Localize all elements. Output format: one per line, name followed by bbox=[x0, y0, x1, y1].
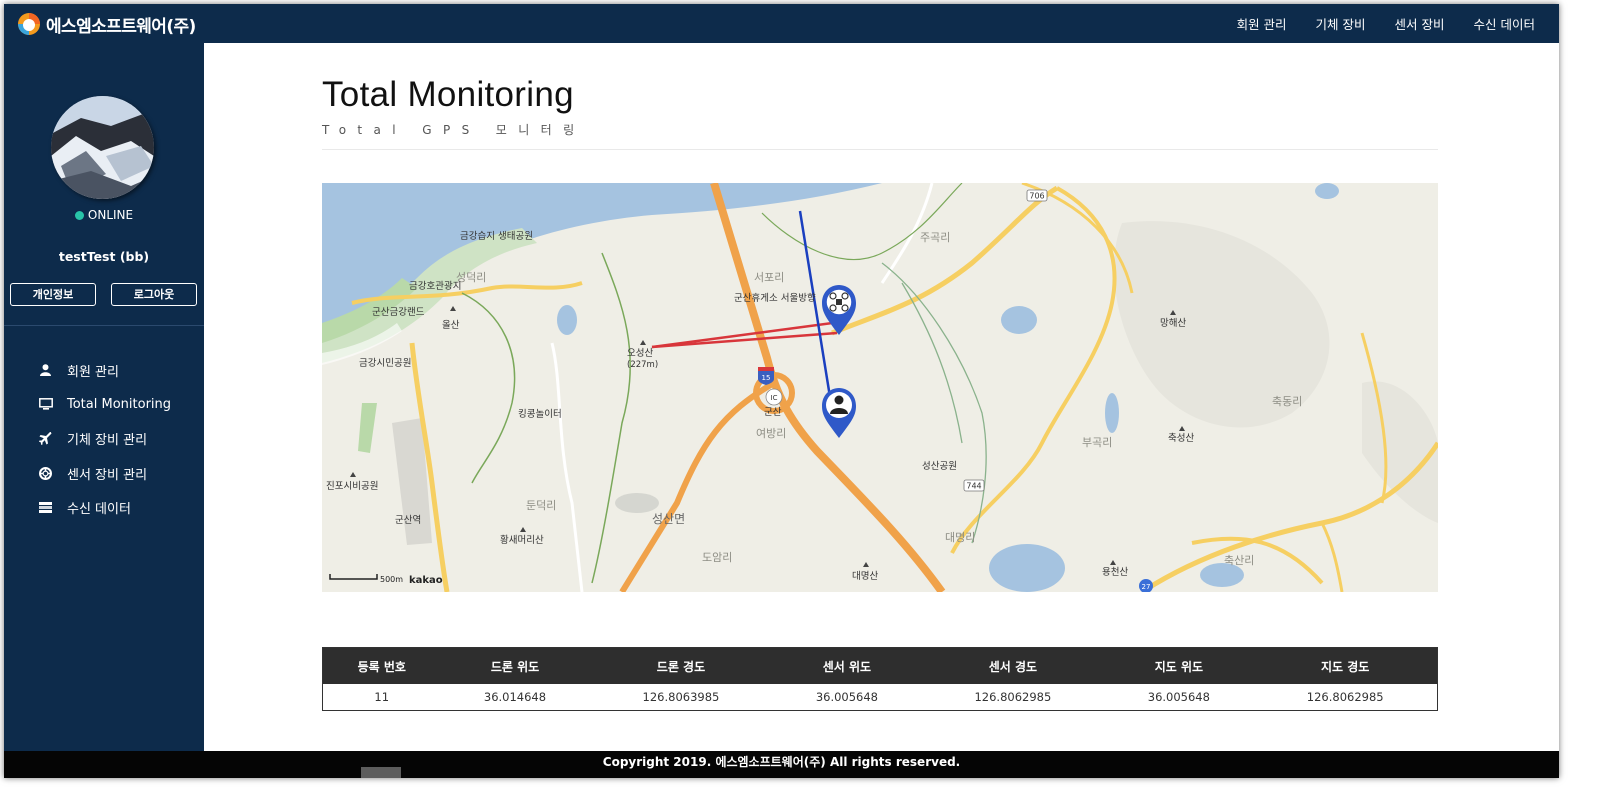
th-map-lat: 지도 위도 bbox=[1104, 647, 1254, 684]
table-row[interactable]: 11 36.014648 126.8063985 36.005648 126.8… bbox=[322, 684, 1438, 711]
online-status: ONLINE bbox=[4, 208, 204, 222]
th-sensor-lat: 센서 위도 bbox=[772, 647, 922, 684]
cell-sensor-lng: 126.8062985 bbox=[921, 684, 1105, 711]
sidebar-item-label: 기체 장비 관리 bbox=[67, 433, 148, 449]
monitoring-table: 등록 번호 드론 위도 드론 경도 센서 위도 센서 경도 지도 위도 지도 경… bbox=[322, 647, 1438, 711]
topnav-received-data[interactable]: 수신 데이터 bbox=[1474, 14, 1535, 33]
brand-name: 에스엠소프트웨어(주) bbox=[46, 16, 196, 37]
sidebar-item-total-monitoring[interactable]: Total Monitoring bbox=[4, 387, 204, 421]
sidebar-item-members[interactable]: 회원 관리 bbox=[4, 353, 204, 387]
map-label-geumgang-park: 금강시민공원 bbox=[359, 358, 411, 369]
sidebar-item-received-data[interactable]: 수신 데이터 bbox=[4, 490, 204, 524]
footer-scrollbar-stub bbox=[361, 767, 401, 778]
main-content: Total Monitoring Total GPS 모니터링 706 744 … bbox=[204, 43, 1559, 751]
route-744-label: 744 bbox=[966, 482, 981, 491]
sidebar-menu: 회원 관리 Total Monitoring 기체 장비 관리 센서 장비 관리 bbox=[4, 353, 204, 524]
lifebuoy-icon bbox=[38, 466, 53, 481]
footer: Copyright 2019. 에스엠소프트웨어(주) All rights r… bbox=[4, 751, 1559, 778]
page-title: Total Monitoring bbox=[322, 75, 574, 114]
avatar-image bbox=[51, 96, 154, 199]
monitor-icon bbox=[38, 397, 53, 412]
user-icon bbox=[38, 363, 53, 378]
map-label-jugok: 주곡리 bbox=[920, 231, 950, 244]
kakao-attribution: kakao bbox=[409, 575, 443, 586]
username: testTest (bb) bbox=[58, 249, 150, 264]
map-label-jinpo-park: 진포시비공원 bbox=[326, 481, 378, 492]
map-label-gunsan-station: 군산역 bbox=[395, 515, 421, 526]
cell-sensor-lat: 36.005648 bbox=[772, 684, 922, 711]
cell-registration-no: 11 bbox=[322, 684, 441, 711]
map-label-daemyeong-ri: 대명리 bbox=[945, 531, 975, 544]
route-15-label: 15 bbox=[762, 374, 771, 382]
th-drone-lng: 드론 경도 bbox=[589, 647, 773, 684]
map-label-gunsan: 군산 bbox=[764, 407, 782, 418]
map-label-chukseongsan: 축성산 bbox=[1168, 433, 1194, 444]
map-label-kingkong: 킹콩놀이터 bbox=[518, 408, 562, 420]
title-divider bbox=[322, 149, 1438, 150]
profile-button[interactable]: 개인정보 bbox=[10, 283, 96, 306]
topnav-members[interactable]: 회원 관리 bbox=[1237, 14, 1287, 33]
map-label-yeobang: 여방리 bbox=[756, 427, 786, 440]
map-label-geumgang-lake: 금강호관광지 bbox=[409, 280, 461, 292]
sidebar-item-label: 수신 데이터 bbox=[67, 501, 131, 517]
th-map-lng: 지도 경도 bbox=[1253, 647, 1438, 684]
th-sensor-lng: 센서 경도 bbox=[921, 647, 1105, 684]
th-drone-lat: 드론 위도 bbox=[440, 647, 590, 684]
route-27-label: 27 bbox=[1142, 583, 1151, 591]
map-label-geumgang-land: 군산금강랜드 bbox=[372, 307, 425, 318]
map-label-yongcheonsan: 용천산 bbox=[1102, 567, 1128, 578]
top-navbar: 에스엠소프트웨어(주) 회원 관리 기체 장비 센서 장비 수신 데이터 bbox=[4, 4, 1559, 43]
sidebar-item-label: Total Monitoring bbox=[67, 396, 172, 412]
map-label-rest-area: 군산휴게소 서울방향 bbox=[734, 292, 816, 304]
list-icon bbox=[38, 500, 53, 515]
map-canvas[interactable]: 706 744 27 15 IC 주곡리 성덕리 서포리 여방리 축동리 부곡리 bbox=[322, 183, 1438, 592]
map-label-chuksan: 축산리 bbox=[1224, 554, 1254, 567]
map-label-osungsan: 오성산 bbox=[627, 348, 653, 359]
map-label-osungsan-height: (227m) bbox=[627, 360, 658, 370]
sidebar-divider bbox=[4, 325, 204, 326]
map-label-olsan: 올산 bbox=[442, 320, 460, 331]
sidebar: ONLINE testTest (bb) 개인정보 로그아웃 회원 관리 Tot… bbox=[4, 43, 204, 778]
app-window: 에스엠소프트웨어(주) 회원 관리 기체 장비 센서 장비 수신 데이터 ONL… bbox=[4, 4, 1559, 778]
map-label-doam: 도암리 bbox=[702, 551, 732, 564]
brand-logo-icon bbox=[18, 13, 40, 35]
map-view[interactable]: 706 744 27 15 IC 주곡리 성덕리 서포리 여방리 축동리 부곡리 bbox=[322, 183, 1438, 592]
page-subtitle: Total GPS 모니터링 bbox=[322, 123, 586, 137]
topnav-aircraft[interactable]: 기체 장비 bbox=[1316, 14, 1366, 33]
table-header-row: 등록 번호 드론 위도 드론 경도 센서 위도 센서 경도 지도 위도 지도 경… bbox=[322, 647, 1438, 684]
cell-drone-lat: 36.014648 bbox=[440, 684, 590, 711]
map-label-seopo: 서포리 bbox=[754, 271, 784, 284]
logout-button[interactable]: 로그아웃 bbox=[111, 283, 197, 306]
online-status-label: ONLINE bbox=[87, 208, 134, 222]
avatar bbox=[51, 96, 154, 199]
sidebar-item-sensors[interactable]: 센서 장비 관리 bbox=[4, 456, 204, 490]
sidebar-item-label: 센서 장비 관리 bbox=[67, 467, 148, 483]
cell-map-lng: 126.8062985 bbox=[1253, 684, 1438, 711]
map-label-ecopark: 금강습지 생태공원 bbox=[460, 231, 533, 242]
map-label-dunduk: 둔덕리 bbox=[526, 499, 556, 512]
sidebar-item-label: 회원 관리 bbox=[67, 364, 119, 380]
route-706-label: 706 bbox=[1029, 192, 1044, 201]
ic-label: IC bbox=[771, 394, 778, 402]
th-registration-no: 등록 번호 bbox=[322, 647, 441, 684]
brand[interactable]: 에스엠소프트웨어(주) bbox=[16, 9, 196, 39]
topnav-sensors[interactable]: 센서 장비 bbox=[1395, 14, 1445, 33]
cell-drone-lng: 126.8063985 bbox=[589, 684, 773, 711]
map-label-seongsan-myeon: 성산면 bbox=[652, 512, 685, 526]
plane-icon bbox=[38, 431, 53, 446]
map-label-seongsan-park: 성산공원 bbox=[922, 461, 957, 472]
cell-map-lat: 36.005648 bbox=[1104, 684, 1254, 711]
map-label-daemyeongsan: 대명산 bbox=[852, 571, 878, 582]
online-dot-icon bbox=[74, 211, 84, 220]
sidebar-item-aircraft[interactable]: 기체 장비 관리 bbox=[4, 422, 204, 456]
map-label-manghaesan: 망해산 bbox=[1160, 317, 1186, 329]
map-label-bugok: 부곡리 bbox=[1082, 436, 1112, 449]
map-label-chukdong: 축동리 bbox=[1272, 395, 1302, 408]
map-scale-label: 500m bbox=[380, 575, 403, 584]
map-label-hwangsae: 황새머리산 bbox=[500, 535, 544, 546]
top-nav: 회원 관리 기체 장비 센서 장비 수신 데이터 bbox=[1208, 4, 1535, 43]
